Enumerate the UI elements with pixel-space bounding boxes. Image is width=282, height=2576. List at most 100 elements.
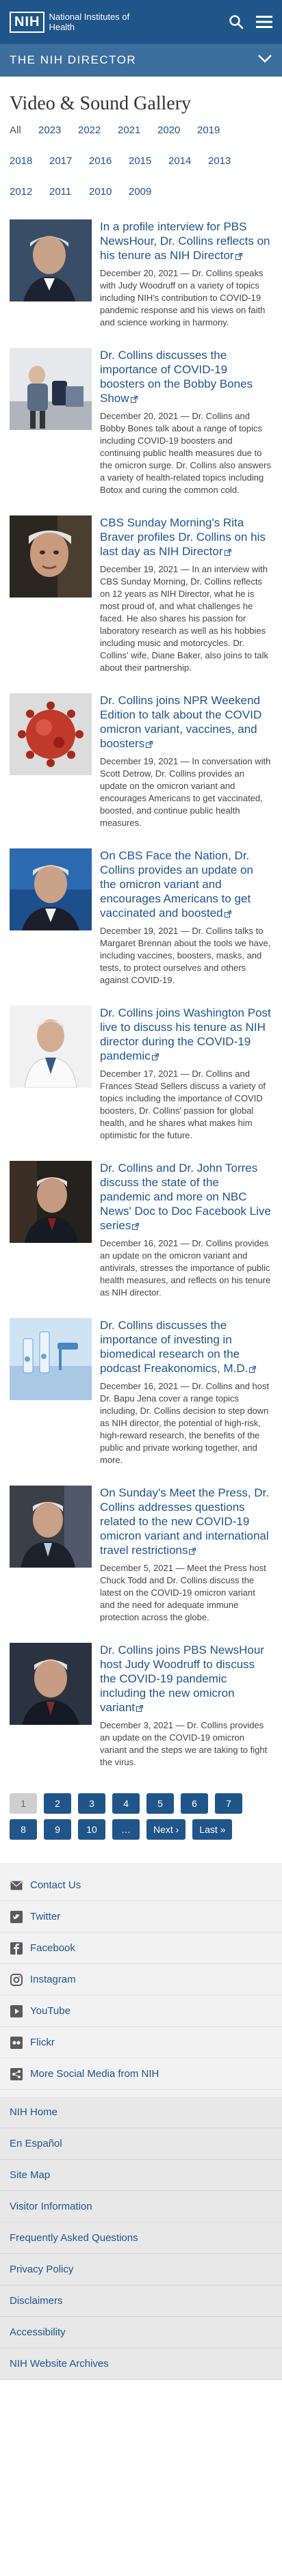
video-thumbnail[interactable] — [10, 348, 92, 431]
page-ellipsis[interactable]: … — [112, 1819, 140, 1840]
video-title-link[interactable]: Dr. Collins joins NPR Weekend Edition to… — [100, 693, 272, 751]
video-item: Dr. Collins joins NPR Weekend Edition to… — [10, 684, 272, 839]
video-item: On Sunday's Meet the Press, Dr. Collins … — [10, 1476, 272, 1633]
video-title-link[interactable]: Dr. Collins joins PBS NewsHour host Judy… — [100, 1643, 272, 1715]
year-link[interactable]: 2013 — [208, 155, 248, 167]
footer-link-privacy[interactable]: Privacy Policy — [0, 2254, 282, 2286]
year-link[interactable]: 2018 — [10, 155, 49, 167]
video-item: CBS Sunday Morning's Rita Braver profile… — [10, 506, 272, 684]
year-link[interactable]: 2022 — [78, 124, 118, 136]
year-link[interactable]: 2023 — [38, 124, 78, 136]
year-all[interactable]: All — [10, 124, 38, 136]
section-title: The NIH Director — [10, 53, 137, 66]
footer-link-site-map[interactable]: Site Map — [0, 2160, 282, 2192]
page-link[interactable]: 2 — [44, 1793, 71, 1814]
footer-link-archives[interactable]: NIH Website Archives — [0, 2348, 282, 2380]
section-nav-toggle[interactable]: The NIH Director — [0, 44, 282, 77]
video-title-link[interactable]: CBS Sunday Morning's Rita Braver profile… — [100, 515, 272, 559]
video-item: Dr. Collins and Dr. John Torres discuss … — [10, 1151, 272, 1309]
video-thumbnail[interactable] — [10, 219, 92, 301]
video-title-link[interactable]: Dr. Collins discusses the importance of … — [100, 1318, 272, 1376]
page-link[interactable]: 5 — [146, 1793, 174, 1814]
video-description: December 16, 2021 — Dr. Collins and host… — [100, 1381, 270, 1466]
year-link[interactable]: 2019 — [197, 124, 237, 136]
external-link-icon — [189, 1544, 196, 1558]
year-link[interactable]: 2010 — [89, 186, 129, 198]
contact-us-link[interactable]: Contact Us — [0, 1870, 282, 1902]
page-link[interactable]: 8 — [10, 1819, 37, 1840]
footer-link-visitor-info[interactable]: Visitor Information — [0, 2191, 282, 2223]
social-label: Instagram — [30, 1974, 76, 1986]
footer-links: NIH Home En Español Site Map Visitor Inf… — [0, 2097, 282, 2380]
flickr-icon — [10, 2036, 23, 2050]
page-link[interactable]: 6 — [181, 1793, 208, 1814]
year-link[interactable]: 2021 — [118, 124, 157, 136]
page-link[interactable]: 7 — [215, 1793, 242, 1814]
external-link-icon — [132, 1219, 140, 1233]
facebook-link[interactable]: Facebook — [0, 1933, 282, 1965]
page-title: Video & Sound Gallery — [10, 93, 192, 114]
year-link[interactable]: 2020 — [157, 124, 197, 136]
nih-logo-box: NIH — [10, 11, 45, 33]
youtube-icon — [10, 2004, 23, 2018]
video-title-link[interactable]: Dr. Collins discusses the importance of … — [100, 348, 272, 406]
video-title-link[interactable]: In a profile interview for PBS NewsHour,… — [100, 219, 272, 263]
external-link-icon — [146, 737, 153, 751]
facebook-icon — [10, 1942, 23, 1955]
search-icon[interactable] — [229, 14, 244, 29]
flickr-link[interactable]: Flickr — [0, 2027, 282, 2059]
video-description: December 19, 2021 — In conversation with… — [100, 756, 271, 829]
instagram-link[interactable]: Instagram — [0, 1964, 282, 1996]
video-item: Dr. Collins joins PBS NewsHour host Judy… — [10, 1633, 272, 1778]
video-item: Dr. Collins discusses the importance of … — [10, 338, 272, 506]
nih-logo[interactable]: NIH National Institutes of Health — [10, 11, 138, 33]
footer-link-espanol[interactable]: En Español — [0, 2128, 282, 2160]
external-link-icon — [136, 1701, 144, 1715]
video-title-link[interactable]: On CBS Face the Nation, Dr. Collins prov… — [100, 848, 272, 921]
year-link[interactable]: 2017 — [49, 155, 89, 167]
twitter-link[interactable]: Twitter — [0, 1901, 282, 1933]
youtube-link[interactable]: YouTube — [0, 1996, 282, 2028]
social-label: YouTube — [30, 2005, 70, 2017]
external-link-icon — [249, 1362, 257, 1376]
envelope-icon — [10, 1879, 23, 1892]
footer-link-accessibility[interactable]: Accessibility — [0, 2317, 282, 2349]
video-title-link[interactable]: Dr. Collins joins Washington Post live t… — [100, 1006, 272, 1064]
video-thumbnail[interactable] — [10, 515, 92, 598]
video-item: In a profile interview for PBS NewsHour,… — [10, 210, 272, 338]
footer-link-disclaimers[interactable]: Disclaimers — [0, 2285, 282, 2318]
video-thumbnail[interactable] — [10, 1006, 92, 1088]
footer-link-nih-home[interactable]: NIH Home — [0, 2097, 282, 2129]
video-thumbnail[interactable] — [10, 1161, 92, 1244]
page-link[interactable]: 4 — [112, 1793, 140, 1814]
video-thumbnail[interactable] — [10, 1318, 92, 1401]
year-link[interactable]: 2011 — [49, 186, 89, 198]
video-thumbnail[interactable] — [10, 1486, 92, 1568]
social-links: Contact Us Twitter Facebook Instagram Yo… — [0, 1863, 282, 2097]
video-thumbnail[interactable] — [10, 693, 92, 776]
twitter-icon — [10, 1910, 23, 1924]
share-icon — [10, 2067, 23, 2081]
video-title-link[interactable]: On Sunday's Meet the Press, Dr. Collins … — [100, 1486, 272, 1558]
video-description: December 3, 2021 — Dr. Collins provides … — [100, 1720, 268, 1768]
year-link[interactable]: 2009 — [129, 186, 168, 198]
video-thumbnail[interactable] — [10, 848, 92, 931]
external-link-icon — [151, 1049, 159, 1064]
video-list: In a profile interview for PBS NewsHour,… — [0, 210, 282, 1778]
last-page-button[interactable]: Last » — [192, 1819, 233, 1840]
year-link[interactable]: 2012 — [10, 186, 49, 198]
more-social-link[interactable]: More Social Media from NIH — [0, 2058, 282, 2091]
video-thumbnail[interactable] — [10, 1643, 92, 1726]
year-link[interactable]: 2015 — [129, 155, 168, 167]
footer-link-faq[interactable]: Frequently Asked Questions — [0, 2223, 282, 2255]
year-link[interactable]: 2014 — [168, 155, 208, 167]
social-label: More Social Media from NIH — [30, 2068, 159, 2080]
page-link[interactable]: 10 — [78, 1819, 105, 1840]
page-link[interactable]: 9 — [44, 1819, 71, 1840]
video-description: December 19, 2021 — Dr. Collins talks to… — [100, 926, 271, 986]
next-page-button[interactable]: Next › — [146, 1819, 186, 1840]
page-link[interactable]: 3 — [78, 1793, 105, 1814]
video-title-link[interactable]: Dr. Collins and Dr. John Torres discuss … — [100, 1161, 272, 1233]
menu-icon[interactable] — [256, 15, 272, 29]
year-link[interactable]: 2016 — [89, 155, 129, 167]
